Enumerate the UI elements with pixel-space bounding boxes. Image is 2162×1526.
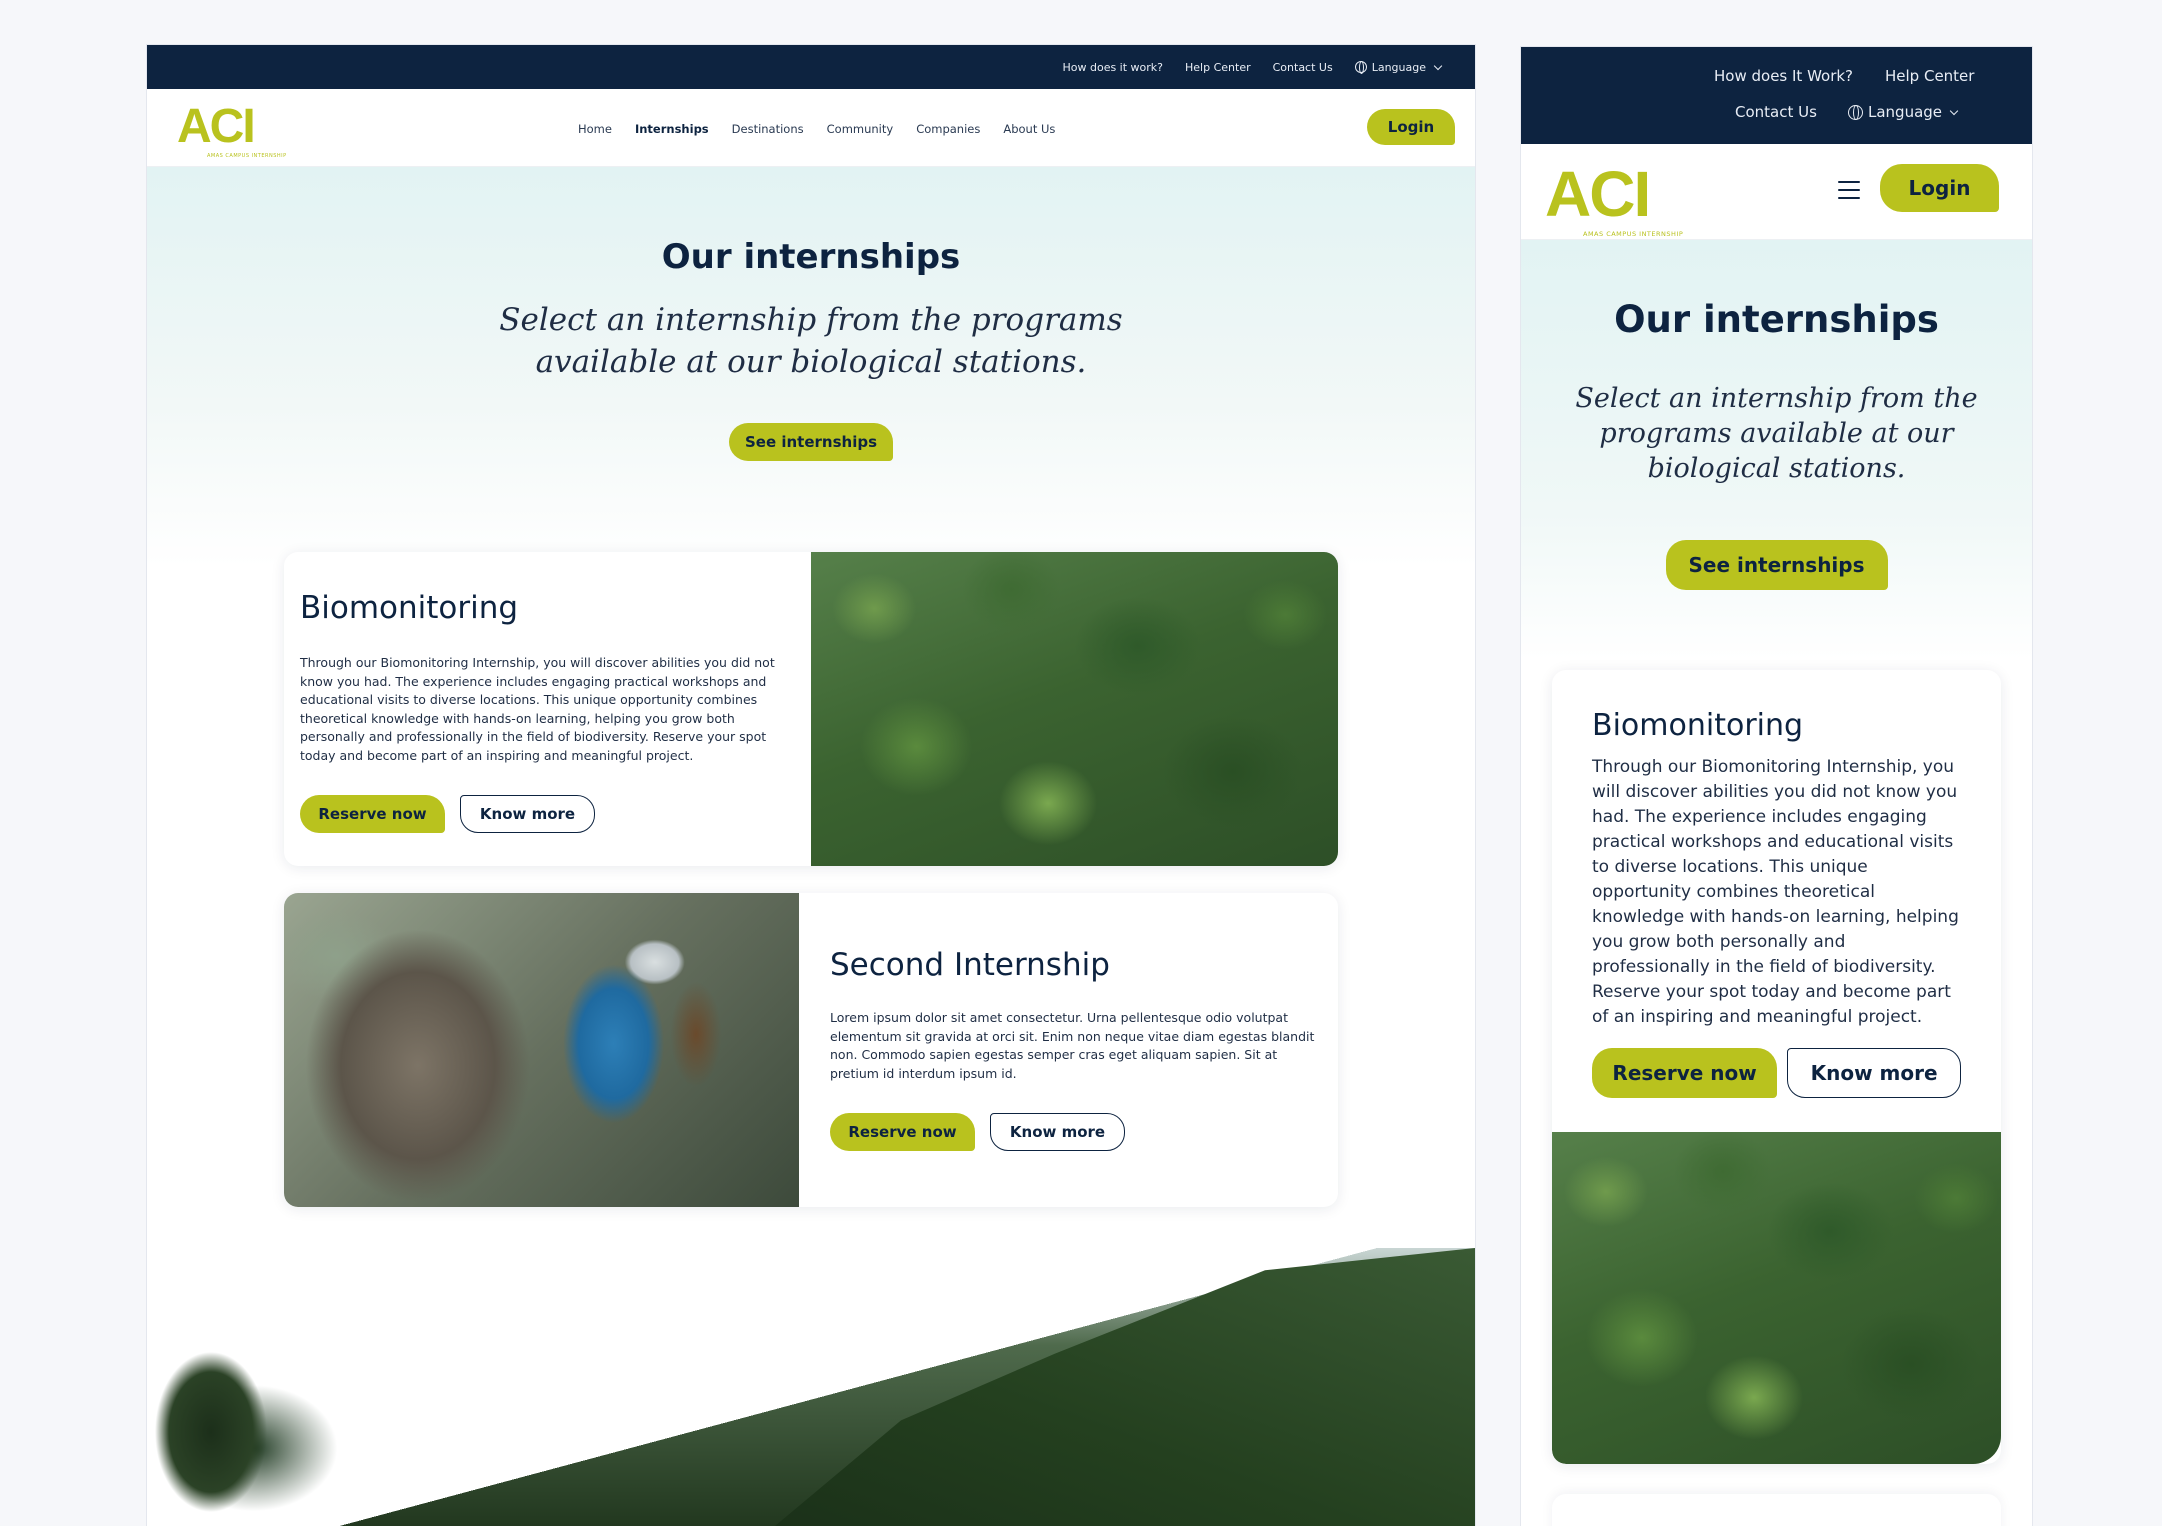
- chevron-down-icon: [1949, 106, 1959, 115]
- forest-ridge: [775, 1248, 1475, 1526]
- card-description: Through our Biomonitoring Internship, yo…: [300, 655, 775, 763]
- hero-subtitle-line-1: Select an internship from the programs: [499, 302, 1123, 338]
- mobile-hero-section: Our internships Select an internship fro…: [1521, 240, 2032, 660]
- researcher-on-rock-image: [284, 893, 799, 1207]
- page-title: Our internships: [661, 237, 961, 277]
- how-it-works-link[interactable]: How does it work?: [1062, 61, 1163, 74]
- hero-section: Our internships Select an internship fro…: [147, 167, 1475, 567]
- language-selector[interactable]: Language: [1848, 103, 1959, 121]
- hero-subtitle-line-2: available at our biological stations.: [535, 344, 1087, 380]
- card-description: Lorem ipsum dolor sit amet consectetur. …: [830, 1010, 1315, 1081]
- aci-logo[interactable]: ACI AMAS CAMPUS INTERNSHIP: [1545, 158, 1683, 238]
- card-title: Biomonitoring: [300, 590, 519, 626]
- help-center-link[interactable]: Help Center: [1885, 67, 1974, 85]
- card-text: Biomonitoring Through our Biomonitoring …: [1552, 670, 2001, 1098]
- logo-subtitle: AMAS CAMPUS INTERNSHIP: [207, 153, 287, 159]
- nav-item-home[interactable]: Home: [578, 122, 612, 136]
- internship-card-biomonitoring: Biomonitoring Through our Biomonitoring …: [1552, 670, 2001, 1464]
- see-internships-button[interactable]: See internships: [1665, 540, 1888, 590]
- contact-us-link[interactable]: Contact Us: [1735, 103, 1817, 121]
- page-title: Our internships: [1614, 298, 1939, 341]
- aci-logo[interactable]: ACI AMAS CAMPUS INTERNSHIP: [177, 100, 286, 160]
- language-label: Language: [1868, 103, 1943, 121]
- how-it-works-link[interactable]: How does It Work?: [1714, 67, 1853, 85]
- forest-hillside-image: [811, 552, 1338, 866]
- globe-icon: [1354, 61, 1367, 74]
- forest-hillside-image: [1552, 1132, 2001, 1464]
- hamburger-menu-icon[interactable]: [1838, 181, 1860, 199]
- help-center-link[interactable]: Help Center: [1185, 61, 1251, 74]
- chevron-down-icon: [1433, 61, 1443, 70]
- card-description: Through our Biomonitoring Internship, yo…: [1592, 757, 1959, 1027]
- hero-subtitle: Select an internship from the programs a…: [1575, 383, 1978, 484]
- language-selector[interactable]: Language: [1354, 60, 1443, 74]
- logo-subtitle: AMAS CAMPUS INTERNSHIP: [1583, 230, 1684, 238]
- mobile-navigation: ACI AMAS CAMPUS INTERNSHIP Login: [1521, 144, 2032, 240]
- know-more-button[interactable]: Know more: [460, 795, 595, 833]
- card-actions: Reserve now Know more: [1592, 1048, 1961, 1098]
- internship-card-biomonitoring: Biomonitoring Through our Biomonitoring …: [284, 552, 1338, 866]
- see-internships-button[interactable]: See internships: [729, 423, 893, 461]
- mountain-forest-banner-image: [147, 1248, 1475, 1526]
- card-actions: Reserve now Know more: [300, 795, 800, 833]
- internship-card-second: Second Internship Lorem ipsum dolor sit …: [284, 893, 1338, 1207]
- nav-item-about-us[interactable]: About Us: [1003, 122, 1055, 136]
- reserve-now-button[interactable]: Reserve now: [830, 1113, 975, 1151]
- card-actions: Reserve now Know more: [830, 1113, 1320, 1151]
- contact-us-link[interactable]: Contact Us: [1273, 61, 1333, 74]
- card-title: Biomonitoring: [1592, 708, 1804, 743]
- nav-item-community[interactable]: Community: [827, 122, 894, 136]
- card-title: Second Internship: [830, 947, 1110, 983]
- card-text: Second Internship Lorem ipsum dolor sit …: [830, 947, 1320, 1151]
- language-label: Language: [1371, 60, 1426, 74]
- mobile-frame: How does It Work? Help Center Contact Us…: [1521, 47, 2032, 1526]
- nav-item-companies[interactable]: Companies: [916, 122, 980, 136]
- logo-mark: ACI: [1545, 158, 1651, 230]
- globe-icon: [1848, 104, 1863, 120]
- know-more-button[interactable]: Know more: [990, 1113, 1125, 1151]
- reserve-now-button[interactable]: Reserve now: [1592, 1048, 1778, 1098]
- know-more-button[interactable]: Know more: [1787, 1048, 1961, 1098]
- main-navigation: ACI AMAS CAMPUS INTERNSHIP Home Internsh…: [147, 89, 1475, 167]
- nav-item-internships[interactable]: Internships: [635, 122, 709, 136]
- nav-item-destinations[interactable]: Destinations: [732, 122, 804, 136]
- nav-links: Home Internships Destinations Community …: [578, 122, 1055, 136]
- foreground-palm: [147, 1288, 307, 1526]
- reserve-now-button[interactable]: Reserve now: [300, 795, 445, 833]
- login-button[interactable]: Login: [1880, 164, 1999, 212]
- desktop-frame: How does it work? Help Center Contact Us…: [147, 45, 1475, 1526]
- next-internship-card: [1552, 1494, 2001, 1526]
- top-utility-bar: How does it work? Help Center Contact Us…: [147, 45, 1475, 89]
- card-text: Biomonitoring Through our Biomonitoring …: [300, 590, 800, 833]
- logo-mark: ACI: [177, 100, 256, 153]
- login-button[interactable]: Login: [1367, 109, 1455, 145]
- hero-subtitle: Select an internship from the programs a…: [147, 299, 1475, 383]
- mobile-top-utility-bar: How does It Work? Help Center Contact Us…: [1521, 47, 2032, 144]
